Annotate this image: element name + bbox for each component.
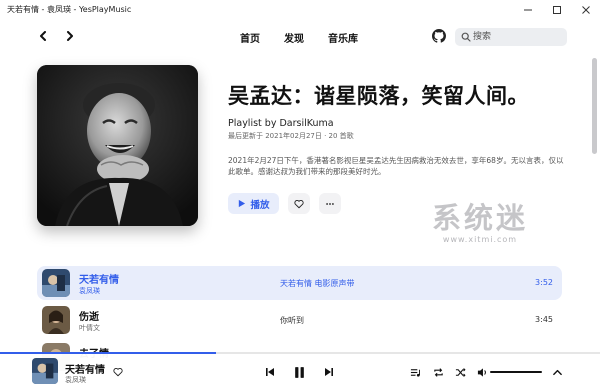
player-bar: 天若有情 袁凤瑛 [0, 354, 600, 392]
pause-button[interactable] [290, 363, 308, 381]
playlist-meta: 最后更新于 2021年02月27日 · 20 首歌 [228, 132, 354, 140]
forward-button[interactable] [63, 29, 77, 43]
playlist-title: 吴孟达：谐星陨落，笑留人间。 [228, 84, 529, 108]
queue-icon [410, 368, 420, 377]
track-album-art [42, 269, 70, 297]
nav-library[interactable]: 音乐库 [328, 30, 358, 45]
pause-icon [294, 366, 304, 378]
track-name[interactable]: 天若有情 [79, 271, 119, 286]
track-name[interactable]: 伤逝 [79, 308, 99, 323]
now-playing-title[interactable]: 天若有情 [65, 361, 105, 376]
volume-icon [477, 367, 486, 377]
github-icon[interactable] [432, 29, 446, 43]
chevron-up-icon [552, 369, 562, 375]
track-row[interactable]: 伤逝 叶倩文 你听到 3:45 [37, 303, 562, 337]
more-horizontal-icon [326, 202, 334, 205]
track-album-art [42, 306, 70, 334]
shuffle-icon [455, 367, 466, 377]
close-icon [582, 6, 590, 14]
chevron-left-icon [40, 31, 46, 41]
playlist-author[interactable]: Playlist by DarsilKuma [228, 118, 334, 129]
repeat-button[interactable] [431, 365, 445, 379]
search-icon [461, 32, 471, 42]
more-options-button[interactable] [319, 193, 341, 214]
cover-portrait-image [37, 65, 198, 226]
scrollbar-thumb[interactable] [592, 58, 597, 154]
like-playlist-button[interactable] [288, 193, 310, 214]
shuffle-button[interactable] [453, 365, 467, 379]
top-navigation: 首页 发现 音乐库 [0, 20, 600, 54]
watermark: 系统迷 www.xitmi.com [432, 195, 528, 244]
now-playing-artist[interactable]: 袁凤瑛 [65, 375, 86, 385]
playlist-description[interactable]: 2021年2月27日下午，香港著名影视巨星吴孟达先生因病救治无效去世，享年68岁… [228, 155, 568, 177]
heart-icon [113, 367, 123, 377]
playlist-cover[interactable] [37, 65, 198, 226]
track-artist[interactable]: 袁凤瑛 [79, 286, 100, 296]
watermark-url: www.xitmi.com [442, 235, 518, 244]
repeat-icon [433, 367, 443, 377]
search-box[interactable] [455, 28, 567, 46]
play-icon [239, 199, 246, 208]
nav-home[interactable]: 首页 [240, 30, 260, 45]
volume-button[interactable] [475, 365, 489, 379]
play-button-label: 播放 [250, 199, 270, 211]
expand-lyrics-button[interactable] [550, 365, 564, 379]
track-duration: 3:45 [535, 315, 553, 324]
maximize-icon [553, 6, 561, 14]
search-input[interactable] [473, 30, 561, 44]
next-track-button[interactable] [322, 365, 336, 379]
track-album[interactable]: 天若有情 电影原声带 [280, 278, 355, 289]
minimize-icon [524, 9, 532, 11]
track-artist[interactable]: 叶倩文 [79, 323, 100, 333]
minimize-button[interactable] [514, 0, 542, 20]
skip-next-icon [325, 368, 333, 376]
track-album[interactable]: 你听到 [280, 315, 304, 326]
maximize-button[interactable] [543, 0, 571, 20]
playlist-queue-button[interactable] [408, 365, 422, 379]
now-playing-art[interactable] [32, 358, 58, 384]
window-title: 天若有情 - 袁凤瑛 - YesPlayMusic [7, 5, 132, 14]
volume-slider[interactable] [490, 371, 542, 373]
play-playlist-button[interactable]: 播放 [228, 193, 279, 214]
track-row[interactable]: 天若有情 袁凤瑛 天若有情 电影原声带 3:52 [37, 266, 562, 300]
skip-previous-icon [266, 368, 274, 376]
nav-discover[interactable]: 发现 [284, 30, 304, 45]
previous-track-button[interactable] [263, 365, 277, 379]
chevron-right-icon [67, 31, 73, 41]
close-button[interactable] [572, 0, 600, 20]
like-track-button[interactable] [112, 366, 124, 378]
watermark-text: 系统迷 [432, 201, 529, 235]
track-duration: 3:52 [535, 278, 553, 287]
back-button[interactable] [36, 29, 50, 43]
title-bar: 天若有情 - 袁凤瑛 - YesPlayMusic [0, 0, 600, 20]
heart-icon [294, 199, 304, 208]
